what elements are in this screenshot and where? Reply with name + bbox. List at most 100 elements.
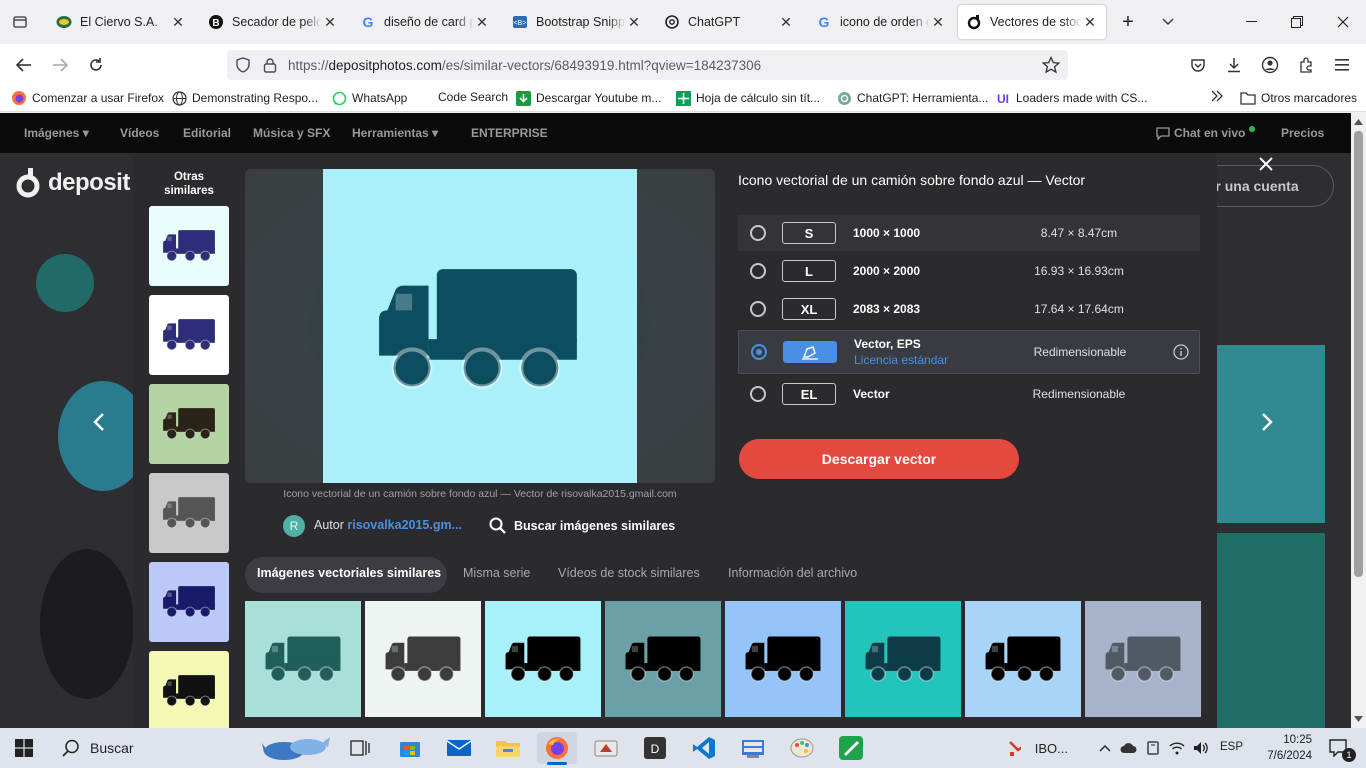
page-scrollbar[interactable] bbox=[1351, 113, 1366, 728]
size-option-el[interactable]: EL Vector Redimensionable bbox=[738, 376, 1200, 412]
similar-vector-card[interactable] bbox=[245, 601, 361, 717]
tab-icono-orden[interactable]: G icono de orden de ✕ bbox=[808, 5, 954, 39]
downloads-icon[interactable] bbox=[1220, 51, 1248, 79]
snipping-tool-icon[interactable] bbox=[586, 732, 626, 764]
new-tab-button[interactable]: + bbox=[1106, 0, 1150, 44]
show-hidden-icons-chevron-icon[interactable] bbox=[1095, 732, 1115, 764]
padlock-icon[interactable] bbox=[263, 57, 277, 73]
tab-vectores-stock[interactable]: Vectores de stock ✕ bbox=[958, 5, 1106, 39]
tab-secador[interactable]: B Secador de pelo B ✕ bbox=[200, 5, 346, 39]
other-bookmarks[interactable]: Otros marcadores bbox=[1240, 90, 1357, 106]
bookmark-star-icon[interactable] bbox=[1042, 56, 1060, 74]
list-all-tabs-icon[interactable] bbox=[1146, 0, 1190, 44]
nav-herramientas[interactable]: Herramientas ▾ bbox=[352, 126, 438, 140]
similar-vector-card[interactable] bbox=[485, 601, 601, 717]
control-panel-icon[interactable] bbox=[733, 732, 773, 764]
similar-vector-card[interactable] bbox=[725, 601, 841, 717]
restore-button[interactable] bbox=[1274, 0, 1320, 44]
scrollbar-thumb[interactable] bbox=[1354, 131, 1363, 577]
notifications-icon[interactable]: 1 bbox=[1318, 732, 1358, 764]
taskbar-search[interactable]: Buscar bbox=[48, 728, 338, 768]
firefox-taskbar-icon[interactable] bbox=[537, 732, 577, 765]
carousel-prev-chevron-icon[interactable] bbox=[86, 407, 112, 437]
search-similar-button[interactable]: Buscar imágenes similares bbox=[489, 517, 675, 534]
device-icon[interactable] bbox=[1142, 732, 1164, 764]
close-tab-icon[interactable]: ✕ bbox=[322, 14, 338, 31]
more-bookmarks-chevron-icon[interactable] bbox=[1210, 90, 1224, 102]
microsoft-store-icon[interactable] bbox=[390, 732, 430, 764]
account-icon[interactable] bbox=[1256, 51, 1284, 79]
vscode-icon[interactable] bbox=[684, 732, 724, 764]
similar-thumbnail[interactable] bbox=[149, 651, 229, 728]
app-d-icon[interactable]: D bbox=[635, 732, 675, 764]
volume-icon[interactable] bbox=[1190, 732, 1212, 764]
url-text[interactable]: https://depositphotos.com/es/similar-vec… bbox=[288, 58, 761, 73]
green-app-icon[interactable] bbox=[831, 732, 871, 764]
nav-imagenes[interactable]: Imágenes ▾ bbox=[24, 126, 89, 140]
bookmark-item[interactable]: Demonstrating Respo... bbox=[171, 90, 318, 106]
forward-arrow-icon[interactable] bbox=[46, 51, 74, 79]
similar-vector-card[interactable] bbox=[365, 601, 481, 717]
close-tab-icon[interactable]: ✕ bbox=[1082, 14, 1098, 31]
close-tab-icon[interactable]: ✕ bbox=[930, 14, 946, 31]
bookmark-item[interactable]: UI Loaders made with CS... bbox=[995, 90, 1147, 106]
bookmark-item[interactable]: ChatGPT: Herramienta... bbox=[836, 90, 988, 106]
similar-thumbnail[interactable] bbox=[149, 473, 229, 553]
similar-vector-card[interactable] bbox=[965, 601, 1081, 717]
bookmark-item[interactable]: Descargar Youtube m... bbox=[515, 90, 661, 106]
live-chat[interactable]: Chat en vivo bbox=[1156, 126, 1256, 140]
size-option-vector-eps[interactable]: Vector, EPS Licencia estándar Redimensio… bbox=[738, 330, 1200, 374]
pocket-icon[interactable] bbox=[1184, 51, 1212, 79]
carousel-next-chevron-icon[interactable] bbox=[1254, 407, 1280, 437]
tab-similar-videos[interactable]: Vídeos de stock similares bbox=[558, 566, 700, 580]
nav-precios[interactable]: Precios bbox=[1281, 126, 1324, 140]
size-option-xl[interactable]: XL 2083 × 2083 17.64 × 17.64cm bbox=[738, 291, 1200, 327]
nav-musica[interactable]: Música y SFX bbox=[253, 126, 330, 140]
tab-chatgpt[interactable]: ChatGPT ✕ bbox=[656, 5, 802, 39]
license-link[interactable]: Licencia estándar bbox=[854, 353, 948, 367]
size-option-l[interactable]: L 2000 × 2000 16.93 × 16.93cm bbox=[738, 253, 1200, 289]
language-indicator[interactable]: ESP bbox=[1220, 741, 1243, 753]
nav-enterprise[interactable]: ENTERPRISE bbox=[471, 126, 548, 140]
clock[interactable]: 10:25 7/6/2024 bbox=[1250, 732, 1312, 764]
size-radio[interactable] bbox=[750, 263, 766, 279]
tab-el-ciervo[interactable]: El Ciervo S.A. ✕ bbox=[48, 5, 194, 39]
nav-editorial[interactable]: Editorial bbox=[183, 126, 231, 140]
tab-diseno-card[interactable]: G diseño de card pe ✕ bbox=[352, 5, 498, 39]
size-radio[interactable] bbox=[750, 225, 766, 241]
mail-icon[interactable] bbox=[439, 732, 479, 764]
address-bar[interactable]: https://depositphotos.com/es/similar-vec… bbox=[227, 50, 1068, 80]
similar-thumbnail[interactable] bbox=[149, 562, 229, 642]
tab-same-series[interactable]: Misma serie bbox=[463, 566, 530, 580]
bookmark-item[interactable]: WhatsApp bbox=[331, 90, 407, 106]
weather-cloud-icon[interactable] bbox=[1118, 732, 1140, 764]
download-vector-button[interactable]: Descargar vector bbox=[739, 439, 1019, 479]
size-radio-selected[interactable] bbox=[751, 344, 767, 360]
nav-videos[interactable]: Vídeos bbox=[120, 126, 159, 140]
tracking-shield-icon[interactable] bbox=[235, 57, 251, 73]
bookmark-item[interactable]: Hoja de cálculo sin tít... bbox=[675, 90, 820, 106]
task-view-icon[interactable] bbox=[340, 732, 380, 764]
close-tab-icon[interactable]: ✕ bbox=[170, 14, 186, 31]
similar-thumbnail[interactable] bbox=[149, 206, 229, 286]
similar-vector-card[interactable] bbox=[845, 601, 961, 717]
bookmark-item[interactable]: Code Search bbox=[438, 90, 508, 104]
author-link[interactable]: risovalka2015.gm... bbox=[347, 518, 462, 532]
extensions-icon[interactable] bbox=[1292, 51, 1320, 79]
tab-similar-vectors[interactable]: Imágenes vectoriales similares bbox=[257, 566, 441, 580]
preview-image[interactable] bbox=[323, 169, 637, 483]
hamburger-menu-icon[interactable] bbox=[1328, 51, 1356, 79]
similar-vector-card[interactable] bbox=[1085, 601, 1201, 717]
close-tab-icon[interactable]: ✕ bbox=[626, 14, 642, 31]
close-tab-icon[interactable]: ✕ bbox=[778, 14, 794, 31]
depositphotos-logo[interactable]: deposit bbox=[16, 168, 130, 198]
windows-start-icon[interactable] bbox=[4, 732, 44, 764]
info-icon[interactable] bbox=[1173, 344, 1189, 360]
close-icon[interactable] bbox=[1255, 153, 1277, 175]
tray-app-ibo[interactable]: IBO... bbox=[1008, 732, 1068, 764]
minimize-button[interactable] bbox=[1228, 0, 1274, 44]
tab-bootstrap-snippets[interactable]: <B> Bootstrap Snippet ✕ bbox=[504, 5, 650, 39]
similar-thumbnail[interactable] bbox=[149, 295, 229, 375]
close-window-button[interactable] bbox=[1320, 0, 1366, 44]
size-radio[interactable] bbox=[750, 301, 766, 317]
